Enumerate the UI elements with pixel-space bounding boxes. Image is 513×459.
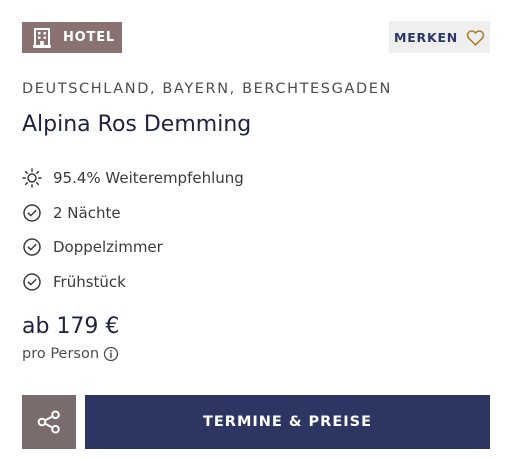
badge-label: HOTEL — [63, 30, 115, 45]
heart-outline-icon — [466, 29, 485, 46]
hotel-building-icon — [33, 27, 51, 48]
price-label: ab 179 € — [22, 314, 120, 339]
feature-text: Doppelzimmer — [53, 238, 163, 257]
feature-text: Frühstück — [53, 272, 126, 291]
merken-button[interactable]: MERKEN — [389, 21, 490, 53]
feature-list: 95.4% Weiterempfehlung 2 Nächte Doppelzi… — [22, 161, 244, 299]
feature-item-nights: 2 Nächte — [22, 196, 244, 231]
per-person-text: pro Person — [22, 346, 100, 362]
hotel-title: Alpina Ros Demming — [22, 112, 252, 137]
feature-item-recommendation: 95.4% Weiterempfehlung — [22, 161, 244, 196]
feature-text: 95.4% Weiterempfehlung — [53, 169, 244, 188]
check-circle-icon — [23, 273, 41, 291]
feature-item-breakfast: Frühstück — [22, 265, 244, 300]
location-breadcrumb: DEUTSCHLAND, BAYERN, BERCHTESGADEN — [22, 81, 392, 97]
merken-label: MERKEN — [393, 29, 459, 45]
info-icon[interactable] — [103, 346, 119, 362]
per-person-note: pro Person — [22, 346, 119, 362]
feature-text: 2 Nächte — [53, 203, 121, 222]
share-icon — [37, 410, 60, 434]
share-button[interactable] — [22, 395, 76, 449]
check-circle-icon — [23, 204, 41, 222]
feature-item-room: Doppelzimmer — [22, 230, 244, 265]
termine-preise-button[interactable]: TERMINE & PREISE — [85, 395, 490, 449]
hotel-badge: HOTEL — [22, 22, 122, 53]
check-circle-icon — [23, 238, 41, 256]
sun-icon — [22, 168, 42, 188]
